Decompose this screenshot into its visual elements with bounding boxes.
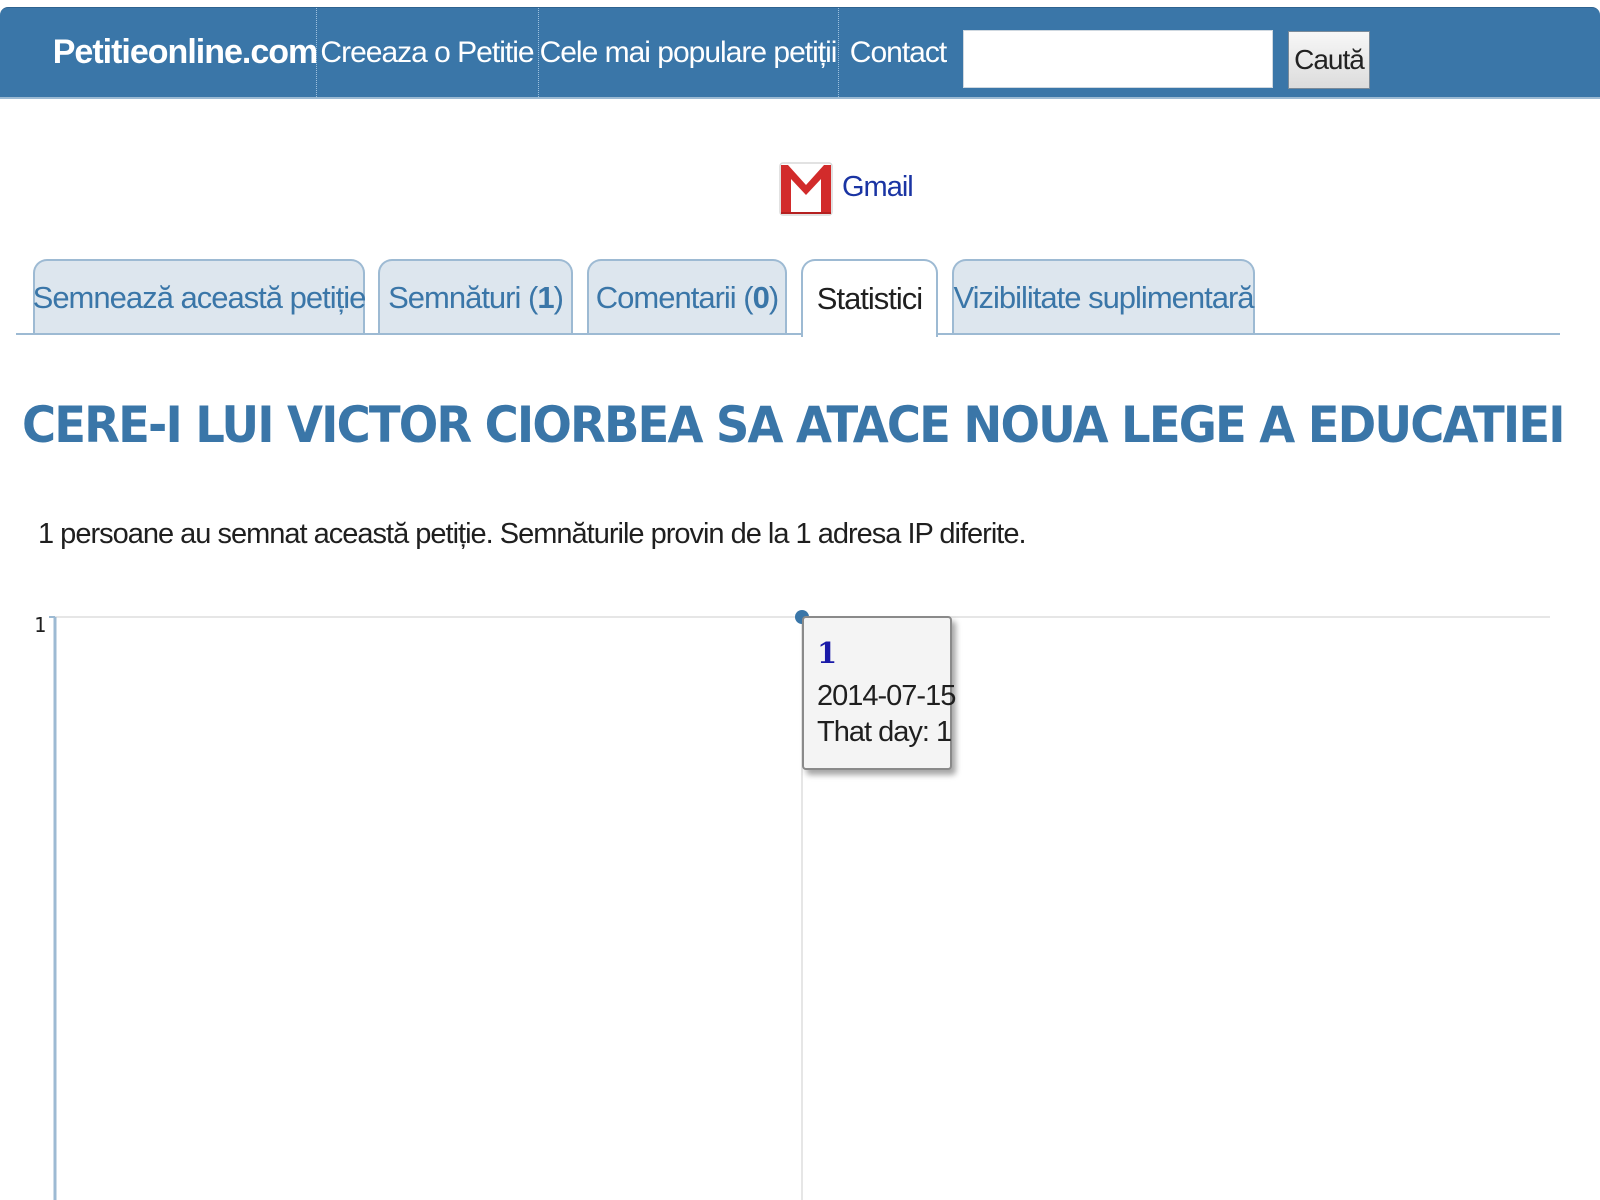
search-button[interactable]: Caută xyxy=(1288,31,1370,89)
search-input[interactable] xyxy=(963,30,1273,88)
tooltip-date: 2014-07-15 xyxy=(817,680,956,712)
tab-label: Semnături xyxy=(388,280,521,315)
tab-label: Semnează această petiție xyxy=(32,280,367,315)
chart-tooltip: 1 2014-07-15 That day: 1 xyxy=(802,616,956,770)
gmail-icon[interactable] xyxy=(778,155,834,219)
tab-statistics[interactable]: Statistici xyxy=(801,259,938,337)
tab-label: Statistici xyxy=(816,281,923,316)
site-logo-link[interactable]: Petitieonline.com xyxy=(53,8,319,97)
signatures-chart: 1 xyxy=(34,610,1550,1200)
tab-comments[interactable]: Comentarii (0) xyxy=(587,259,787,335)
tab-label: Comentarii xyxy=(595,280,737,315)
y-tick-label: 1 xyxy=(34,613,46,637)
nav-create-petition-link[interactable]: Creeaza o Petitie xyxy=(316,8,538,97)
tab-count: 0 xyxy=(752,280,770,315)
signature-summary: 1 persoane au semnat această petiție. Se… xyxy=(38,518,1026,550)
tabs-divider xyxy=(16,333,1560,335)
gmail-link[interactable]: Gmail xyxy=(842,171,914,204)
tab-sign-petition[interactable]: Semnează această petiție xyxy=(32,259,367,335)
tab-count: 1 xyxy=(537,280,554,315)
tab-signatures[interactable]: Semnături (1) xyxy=(378,259,573,335)
share-gmail[interactable]: Gmail xyxy=(778,154,914,220)
tooltip-day-count: That day: 1 xyxy=(817,716,952,748)
tooltip-value: 1 xyxy=(817,636,838,670)
top-navbar: Petitieonline.com Creeaza o Petitie Cele… xyxy=(0,7,1600,99)
page-title: CERE-I LUI VICTOR CIORBEA SA ATACE NOUA … xyxy=(22,396,1566,454)
nav-contact-link[interactable]: Contact xyxy=(838,8,958,97)
tab-label: Vizibilitate suplimentară xyxy=(953,280,1254,315)
tab-extra-visibility[interactable]: Vizibilitate suplimentară xyxy=(952,259,1255,335)
nav-popular-petitions-link[interactable]: Cele mai populare petiții xyxy=(538,8,838,97)
